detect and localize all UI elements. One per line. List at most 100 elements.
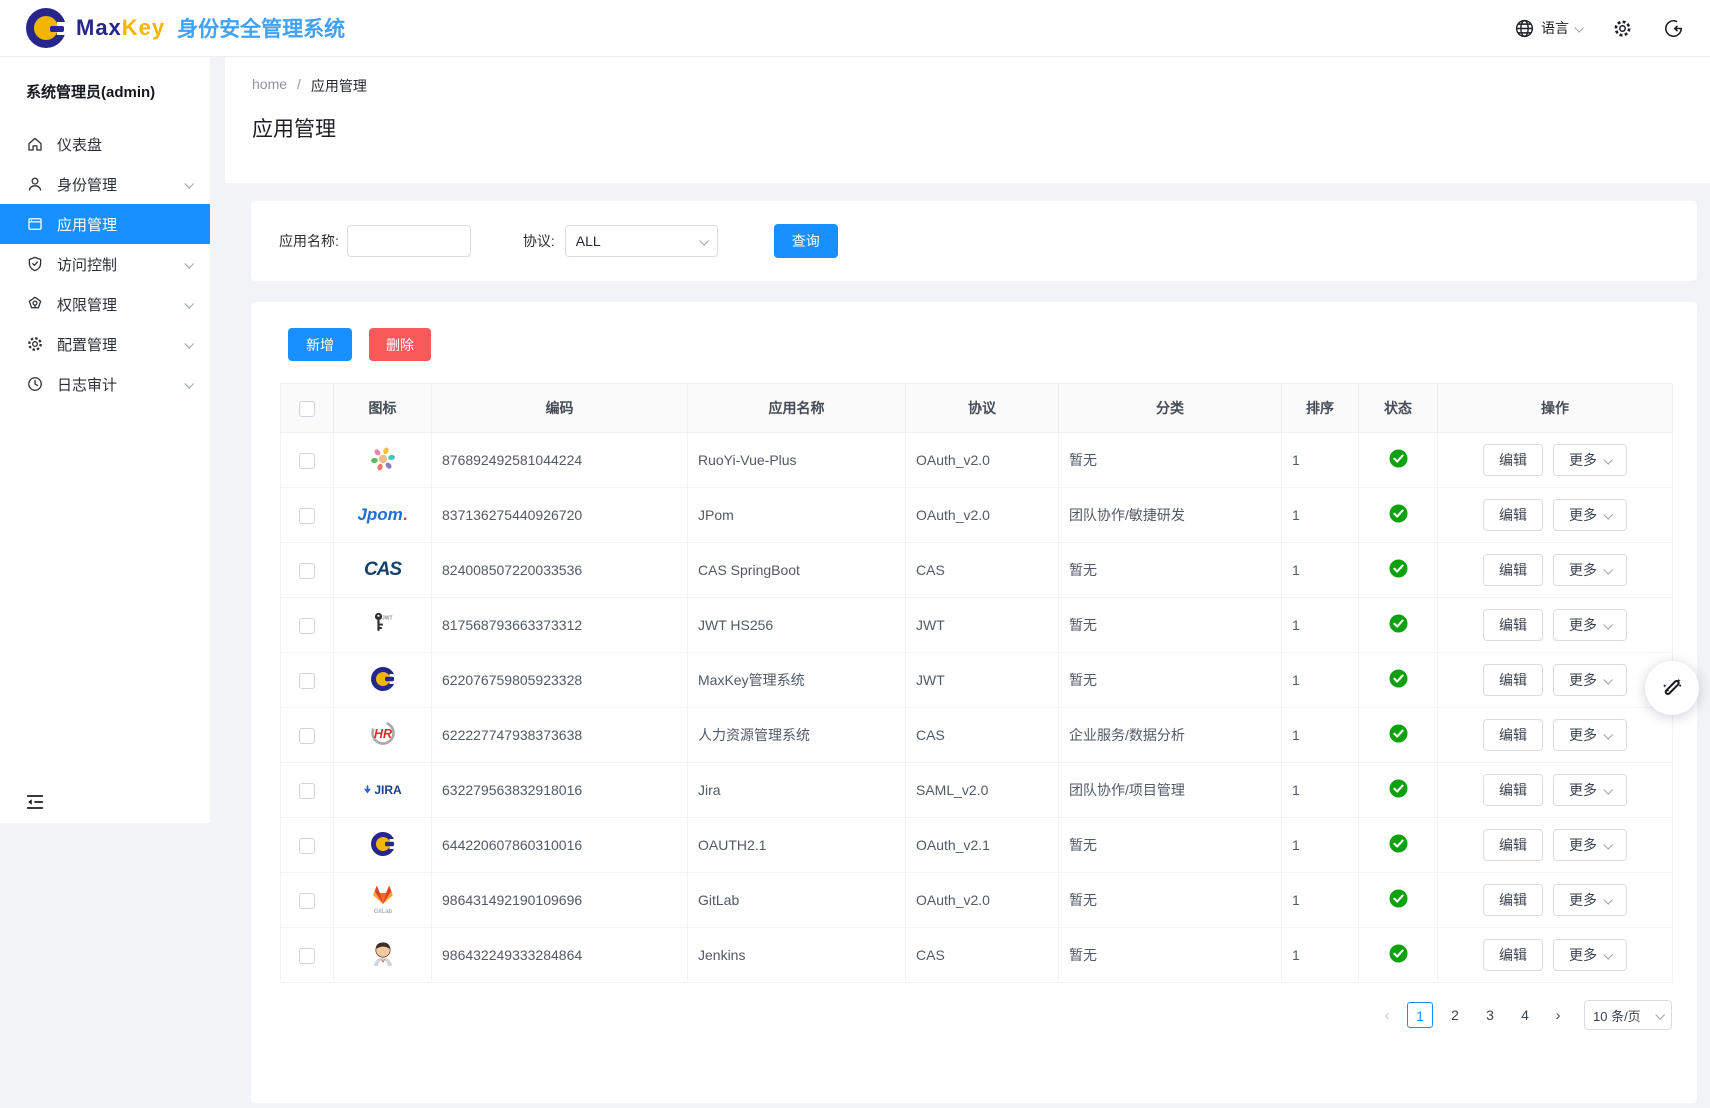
- chevron-down-icon: [1603, 949, 1613, 959]
- maxkey-logo: [368, 829, 398, 859]
- edit-button[interactable]: 编辑: [1483, 444, 1543, 476]
- chevron-down-icon: [184, 338, 194, 348]
- protocol-selected-value: ALL: [576, 233, 601, 249]
- app-category-cell: 暂无: [1059, 598, 1282, 653]
- more-button[interactable]: 更多: [1553, 609, 1627, 641]
- sidebar-item-audit-log[interactable]: 日志审计: [0, 364, 210, 404]
- sidebar-item-apps[interactable]: 应用管理: [0, 204, 210, 244]
- app-category-cell: 团队协作/项目管理: [1059, 763, 1282, 818]
- row-checkbox[interactable]: [299, 563, 315, 579]
- edit-button[interactable]: 编辑: [1483, 939, 1543, 971]
- table-row: 622076759805923328MaxKey管理系统JWT暂无1编辑更多: [281, 653, 1673, 708]
- main-content: home / 应用管理 应用管理 应用名称: 协议: ALL 查询 新增 删除: [210, 57, 1710, 1108]
- page-size-select[interactable]: 10 条/页: [1584, 1000, 1672, 1030]
- status-enabled-icon: [1389, 730, 1408, 746]
- edit-button[interactable]: 编辑: [1483, 499, 1543, 531]
- edit-button[interactable]: 编辑: [1483, 609, 1543, 641]
- edit-button[interactable]: 编辑: [1483, 554, 1543, 586]
- row-checkbox[interactable]: [299, 783, 315, 799]
- row-checkbox[interactable]: [299, 728, 315, 744]
- edit-button[interactable]: 编辑: [1483, 664, 1543, 696]
- status-enabled-icon: [1389, 895, 1408, 911]
- chevron-down-icon: [1603, 619, 1613, 629]
- breadcrumb-home-link[interactable]: home: [252, 76, 287, 96]
- app-code-cell: 824008507220033536: [432, 543, 688, 598]
- chevron-down-icon: [184, 258, 194, 268]
- column-header: 图标: [334, 384, 432, 433]
- more-button[interactable]: 更多: [1553, 884, 1627, 916]
- more-button[interactable]: 更多: [1553, 829, 1627, 861]
- status-enabled-icon: [1389, 620, 1408, 636]
- jenkins-logo: [368, 939, 398, 969]
- app-protocol-cell: CAS: [906, 708, 1059, 763]
- app-code-cell: 622227747938373638: [432, 708, 688, 763]
- select-all-checkbox[interactable]: [299, 401, 315, 417]
- language-menu[interactable]: 语言: [1514, 18, 1582, 39]
- search-button[interactable]: 查询: [774, 224, 838, 258]
- apps-icon: [26, 215, 44, 233]
- sidebar-item-configuration[interactable]: 配置管理: [0, 324, 210, 364]
- app-sort-cell: 1: [1282, 653, 1359, 708]
- next-page-button[interactable]: ›: [1547, 1007, 1569, 1024]
- table-row: 644220607860310016OAUTH2.1OAuth_v2.1暂无1编…: [281, 818, 1673, 873]
- magic-wand-fab[interactable]: [1645, 661, 1699, 715]
- sidebar-item-label: 仪表盘: [57, 134, 102, 155]
- app-name-cell: RuoYi-Vue-Plus: [688, 433, 906, 488]
- chevron-down-icon: [699, 235, 709, 245]
- row-checkbox[interactable]: [299, 673, 315, 689]
- sidebar-item-identity[interactable]: 身份管理: [0, 164, 210, 204]
- app-code-cell: 817568793663373312: [432, 598, 688, 653]
- sidebar-item-permissions[interactable]: 权限管理: [0, 284, 210, 324]
- app-code-cell: 644220607860310016: [432, 818, 688, 873]
- protocol-select[interactable]: ALL: [565, 225, 718, 257]
- add-button[interactable]: 新增: [288, 328, 352, 361]
- app-name-cell: JPom: [688, 488, 906, 543]
- apps-table: 图标编码应用名称协议分类排序状态操作 876892492581044224Ruo…: [280, 383, 1673, 983]
- app-name-input[interactable]: [347, 225, 471, 257]
- table-row: 876892492581044224RuoYi-Vue-PlusOAuth_v2…: [281, 433, 1673, 488]
- edit-button[interactable]: 编辑: [1483, 719, 1543, 751]
- more-button[interactable]: 更多: [1553, 774, 1627, 806]
- more-button[interactable]: 更多: [1553, 664, 1627, 696]
- row-checkbox[interactable]: [299, 948, 315, 964]
- status-enabled-icon: [1389, 510, 1408, 526]
- gear-icon[interactable]: [1612, 18, 1633, 39]
- page-button-4[interactable]: 4: [1512, 1002, 1538, 1028]
- sidebar-menu: 仪表盘身份管理应用管理访问控制权限管理配置管理日志审计: [0, 124, 210, 404]
- row-checkbox[interactable]: [299, 508, 315, 524]
- sidebar-item-dashboard[interactable]: 仪表盘: [0, 124, 210, 164]
- row-checkbox[interactable]: [299, 453, 315, 469]
- sidebar-collapse-button[interactable]: [24, 791, 46, 813]
- app-sort-cell: 1: [1282, 873, 1359, 928]
- more-button[interactable]: 更多: [1553, 444, 1627, 476]
- sidebar-item-access-control[interactable]: 访问控制: [0, 244, 210, 284]
- language-label: 语言: [1541, 18, 1569, 38]
- chevron-down-icon: [1603, 784, 1613, 794]
- status-enabled-icon: [1389, 455, 1408, 471]
- app-sort-cell: 1: [1282, 543, 1359, 598]
- edit-button[interactable]: 编辑: [1483, 829, 1543, 861]
- app-name-label: 应用名称:: [279, 231, 339, 251]
- page-title: 应用管理: [252, 113, 1710, 143]
- app-name-cell: CAS SpringBoot: [688, 543, 906, 598]
- page-button-2[interactable]: 2: [1442, 1002, 1468, 1028]
- app-code-cell: 986431492190109696: [432, 873, 688, 928]
- row-checkbox[interactable]: [299, 893, 315, 909]
- row-checkbox[interactable]: [299, 838, 315, 854]
- more-button[interactable]: 更多: [1553, 719, 1627, 751]
- edit-button[interactable]: 编辑: [1483, 774, 1543, 806]
- app-category-cell: 暂无: [1059, 873, 1282, 928]
- page-button-3[interactable]: 3: [1477, 1002, 1503, 1028]
- app-protocol-cell: OAuth_v2.1: [906, 818, 1059, 873]
- delete-button[interactable]: 删除: [369, 328, 431, 361]
- row-checkbox[interactable]: [299, 618, 315, 634]
- logout-icon[interactable]: [1663, 18, 1684, 39]
- filter-panel: 应用名称: 协议: ALL 查询: [251, 201, 1697, 281]
- more-button[interactable]: 更多: [1553, 499, 1627, 531]
- more-button[interactable]: 更多: [1553, 554, 1627, 586]
- edit-button[interactable]: 编辑: [1483, 884, 1543, 916]
- page-button-1[interactable]: 1: [1407, 1002, 1433, 1028]
- more-button[interactable]: 更多: [1553, 939, 1627, 971]
- prev-page-button[interactable]: ‹: [1376, 1007, 1398, 1024]
- maxkey-logo: [368, 664, 398, 694]
